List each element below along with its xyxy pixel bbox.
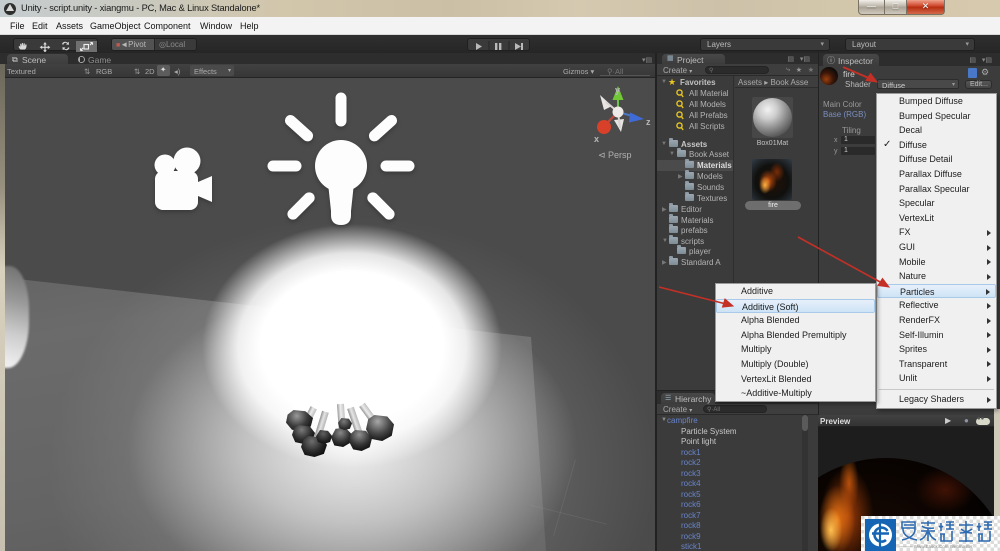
- svg-text:⊲ Persp: ⊲ Persp: [598, 150, 632, 160]
- svg-text:z: z: [646, 117, 651, 127]
- svg-text:x: x: [594, 134, 599, 144]
- svg-text:y: y: [615, 85, 620, 95]
